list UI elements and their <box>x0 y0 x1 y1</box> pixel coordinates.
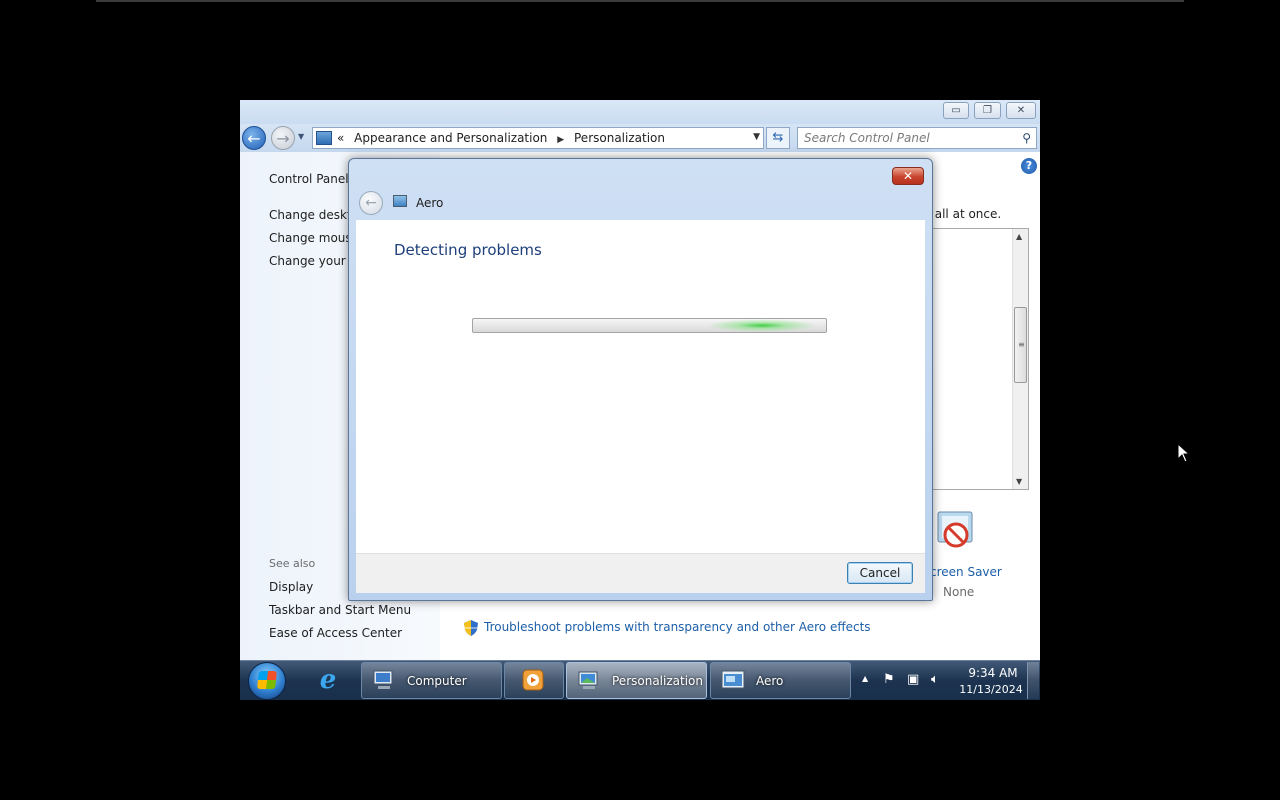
scroll-thumb[interactable]: ≡ <box>1014 307 1027 383</box>
scroll-down-icon[interactable]: ▼ <box>1016 477 1022 486</box>
dialog-title: Aero <box>416 196 444 210</box>
dialog-content: Detecting problems <box>356 220 925 553</box>
show-desktop-button[interactable] <box>1027 662 1039 699</box>
window-titlebar: ▭ ❐ ✕ <box>240 100 1040 124</box>
progress-glow <box>707 319 818 332</box>
recent-pages-dropdown-icon[interactable]: ▼ <box>298 132 304 141</box>
screen-top-border <box>96 0 1184 2</box>
aero-troubleshooter-dialog: ✕ ← Aero Detecting problems Cancel <box>348 158 933 601</box>
search-input[interactable] <box>804 130 1014 146</box>
dialog-heading: Detecting problems <box>394 241 542 259</box>
network-icon[interactable]: ▣ <box>907 672 919 687</box>
marquee-progress-bar <box>472 318 827 333</box>
dialog-footer: Cancel <box>356 553 925 593</box>
desktop-screen: ▭ ❐ ✕ ← → ▼ « Appearance and Personaliza… <box>240 100 1040 700</box>
address-bar[interactable]: « Appearance and Personalization ▶ Perso… <box>312 127 764 149</box>
breadcrumb-separator-icon[interactable]: ▶ <box>557 135 564 145</box>
personalization-icon <box>578 671 598 689</box>
dialog-back-button[interactable]: ← <box>359 191 383 215</box>
see-also-taskbar-link[interactable]: Taskbar and Start Menu <box>269 603 411 617</box>
computer-icon <box>373 670 393 689</box>
media-player-icon <box>522 669 544 691</box>
mouse-pointer-icon <box>1177 443 1191 463</box>
theme-list-scrollbar[interactable]: ▲ ≡ ▼ <box>1012 229 1028 489</box>
sidebar-link-mouse-pointers[interactable]: Change mouse <box>269 231 359 245</box>
address-dropdown-icon[interactable]: ▼ <box>753 132 760 142</box>
troubleshoot-aero-link[interactable]: Troubleshoot problems with transparency … <box>484 620 871 634</box>
taskbar-button-personalization[interactable]: Personalization <box>566 662 707 699</box>
breadcrumb: « Appearance and Personalization ▶ Perso… <box>337 131 665 145</box>
breadcrumb-appearance[interactable]: Appearance and Personalization <box>354 131 547 145</box>
screen-saver-icon[interactable] <box>934 510 978 554</box>
search-box: ⚲ <box>797 127 1037 149</box>
windows-logo-icon <box>257 671 277 689</box>
shield-icon <box>464 620 478 636</box>
maximize-button[interactable]: ❐ <box>974 102 1001 119</box>
control-panel-icon <box>316 131 332 145</box>
forward-button[interactable]: → <box>271 126 295 150</box>
sidebar-link-desktop-icons[interactable]: Change deskto <box>269 208 359 222</box>
see-also-ease-of-access-link[interactable]: Ease of Access Center <box>269 626 402 640</box>
taskbar: e Computer Personalization Aero ▲ ⚑ ▣ 🔈︎… <box>240 660 1040 700</box>
taskbar-label-personalization: Personalization <box>612 674 703 688</box>
taskbar-label-computer: Computer <box>407 674 467 688</box>
refresh-button[interactable]: ⇆ <box>766 127 790 149</box>
intro-text: r all at once. <box>926 207 1002 221</box>
minimize-button[interactable]: ▭ <box>943 102 969 119</box>
grip-icon: ≡ <box>1018 340 1025 349</box>
back-button[interactable]: ← <box>242 126 266 150</box>
breadcrumb-overflow[interactable]: « <box>337 131 344 145</box>
show-hidden-icons-icon[interactable]: ▲ <box>862 674 868 683</box>
help-icon[interactable]: ? <box>1021 158 1037 174</box>
dialog-close-button[interactable]: ✕ <box>892 167 924 185</box>
internet-explorer-icon[interactable]: e <box>312 665 344 695</box>
see-also-header: See also <box>269 557 316 570</box>
close-window-button[interactable]: ✕ <box>1006 102 1036 119</box>
aero-icon <box>393 195 407 207</box>
scroll-up-icon[interactable]: ▲ <box>1016 232 1022 241</box>
clock-date[interactable]: 11/13/2024 <box>958 683 1024 696</box>
volume-icon[interactable]: 🔈︎ <box>931 672 939 687</box>
action-center-flag-icon[interactable]: ⚑ <box>883 672 895 687</box>
breadcrumb-personalization[interactable]: Personalization <box>574 131 665 145</box>
taskbar-button-computer[interactable]: Computer <box>361 662 502 699</box>
search-icon[interactable]: ⚲ <box>1022 131 1031 145</box>
screen-saver-value: None <box>943 585 975 599</box>
see-also-display-link[interactable]: Display <box>269 580 313 594</box>
start-button[interactable] <box>248 662 286 700</box>
aero-icon <box>721 670 745 689</box>
theme-list[interactable]: ▲ ≡ ▼ <box>930 228 1029 490</box>
cancel-button[interactable]: Cancel <box>847 562 913 584</box>
screen-saver-label[interactable]: creen Saver <box>930 565 1002 579</box>
taskbar-button-aero[interactable]: Aero <box>710 662 851 699</box>
clock-time[interactable]: 9:34 AM <box>960 666 1026 680</box>
taskbar-label-aero: Aero <box>756 674 784 688</box>
navigation-bar: ← → ▼ « Appearance and Personalization ▶… <box>240 124 1040 152</box>
taskbar-button-media-player[interactable] <box>504 662 564 699</box>
